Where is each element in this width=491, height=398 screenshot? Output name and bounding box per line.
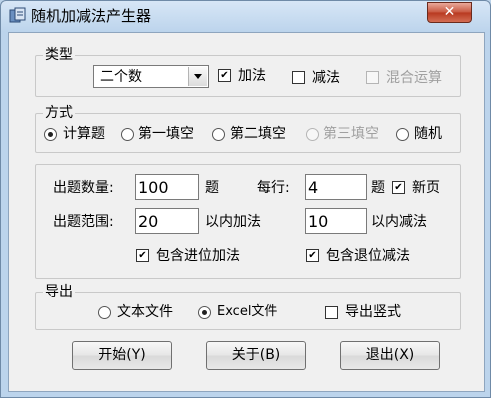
mode-option-label: 第一填空 [138, 126, 194, 142]
mode-group-label: 方式 [43, 104, 75, 122]
about-button[interactable]: 关于(B) [206, 341, 306, 370]
text-file-radio[interactable] [98, 306, 111, 319]
sub-range-unit: 以内减法 [371, 214, 427, 230]
per-row-unit: 题 [371, 180, 385, 196]
mode-radio-2[interactable] [212, 128, 225, 141]
window-title: 随机加减法产生器 [31, 7, 152, 25]
vertical-label: 导出竖式 [345, 304, 401, 320]
mode-option-label: 第三填空 [323, 126, 379, 142]
export-group-label: 导出 [43, 283, 75, 301]
mode-option-label: 随机 [414, 126, 442, 142]
sub-label: 减法 [312, 70, 340, 86]
mode-radio-0[interactable] [44, 128, 57, 141]
app-icon [9, 7, 26, 23]
type-group-label: 类型 [43, 46, 75, 64]
add-range-input[interactable]: 20 [135, 208, 199, 234]
new-page-label: 新页 [412, 180, 440, 196]
add-label: 加法 [238, 68, 266, 84]
title-bar: 随机加减法产生器 ✕ [1, 1, 490, 32]
mixed-checkbox [366, 71, 379, 84]
new-page-checkbox[interactable]: ✔ [392, 181, 405, 194]
exit-button[interactable]: 退出(X) [340, 341, 440, 370]
excel-file-radio[interactable] [198, 306, 211, 319]
excel-file-label: Excel文件 [217, 304, 278, 319]
mixed-label: 混合运算 [386, 70, 442, 86]
sub-checkbox[interactable] [292, 71, 305, 84]
range-label: 出题范围: [53, 214, 114, 230]
mode-radio-3 [306, 128, 319, 141]
sub-range-input[interactable]: 10 [305, 208, 367, 234]
operand-count-value: 二个数 [100, 69, 142, 85]
app-window: 随机加减法产生器 ✕ 类型 二个数 ✔ 加法 减法 混合运算 方式 计算题 第一… [0, 0, 491, 398]
operand-count-select[interactable]: 二个数 [93, 65, 209, 88]
client-area: 类型 二个数 ✔ 加法 减法 混合运算 方式 计算题 第一填空 第二填空 第三填… [8, 32, 485, 392]
count-label: 出题数量: [53, 180, 114, 196]
per-row-input[interactable]: 4 [305, 174, 367, 200]
per-row-label: 每行: [257, 180, 290, 196]
borrow-checkbox[interactable]: ✔ [306, 249, 319, 262]
close-button[interactable]: ✕ [427, 2, 472, 23]
add-range-unit: 以内加法 [205, 214, 261, 230]
mode-option-label: 第二填空 [230, 126, 286, 142]
mode-radio-4[interactable] [396, 128, 409, 141]
mode-radio-1[interactable] [121, 128, 134, 141]
count-input[interactable]: 100 [135, 174, 199, 200]
start-button[interactable]: 开始(Y) [72, 341, 172, 370]
borrow-label: 包含退位减法 [326, 248, 410, 264]
count-unit: 题 [205, 180, 219, 196]
chevron-down-icon[interactable] [188, 67, 207, 86]
mode-option-label: 计算题 [63, 126, 105, 142]
add-checkbox[interactable]: ✔ [218, 69, 231, 82]
carry-label: 包含进位加法 [156, 248, 240, 264]
vertical-checkbox[interactable] [325, 306, 338, 319]
close-icon: ✕ [443, 4, 456, 20]
text-file-label: 文本文件 [117, 304, 173, 320]
carry-checkbox[interactable]: ✔ [136, 249, 149, 262]
